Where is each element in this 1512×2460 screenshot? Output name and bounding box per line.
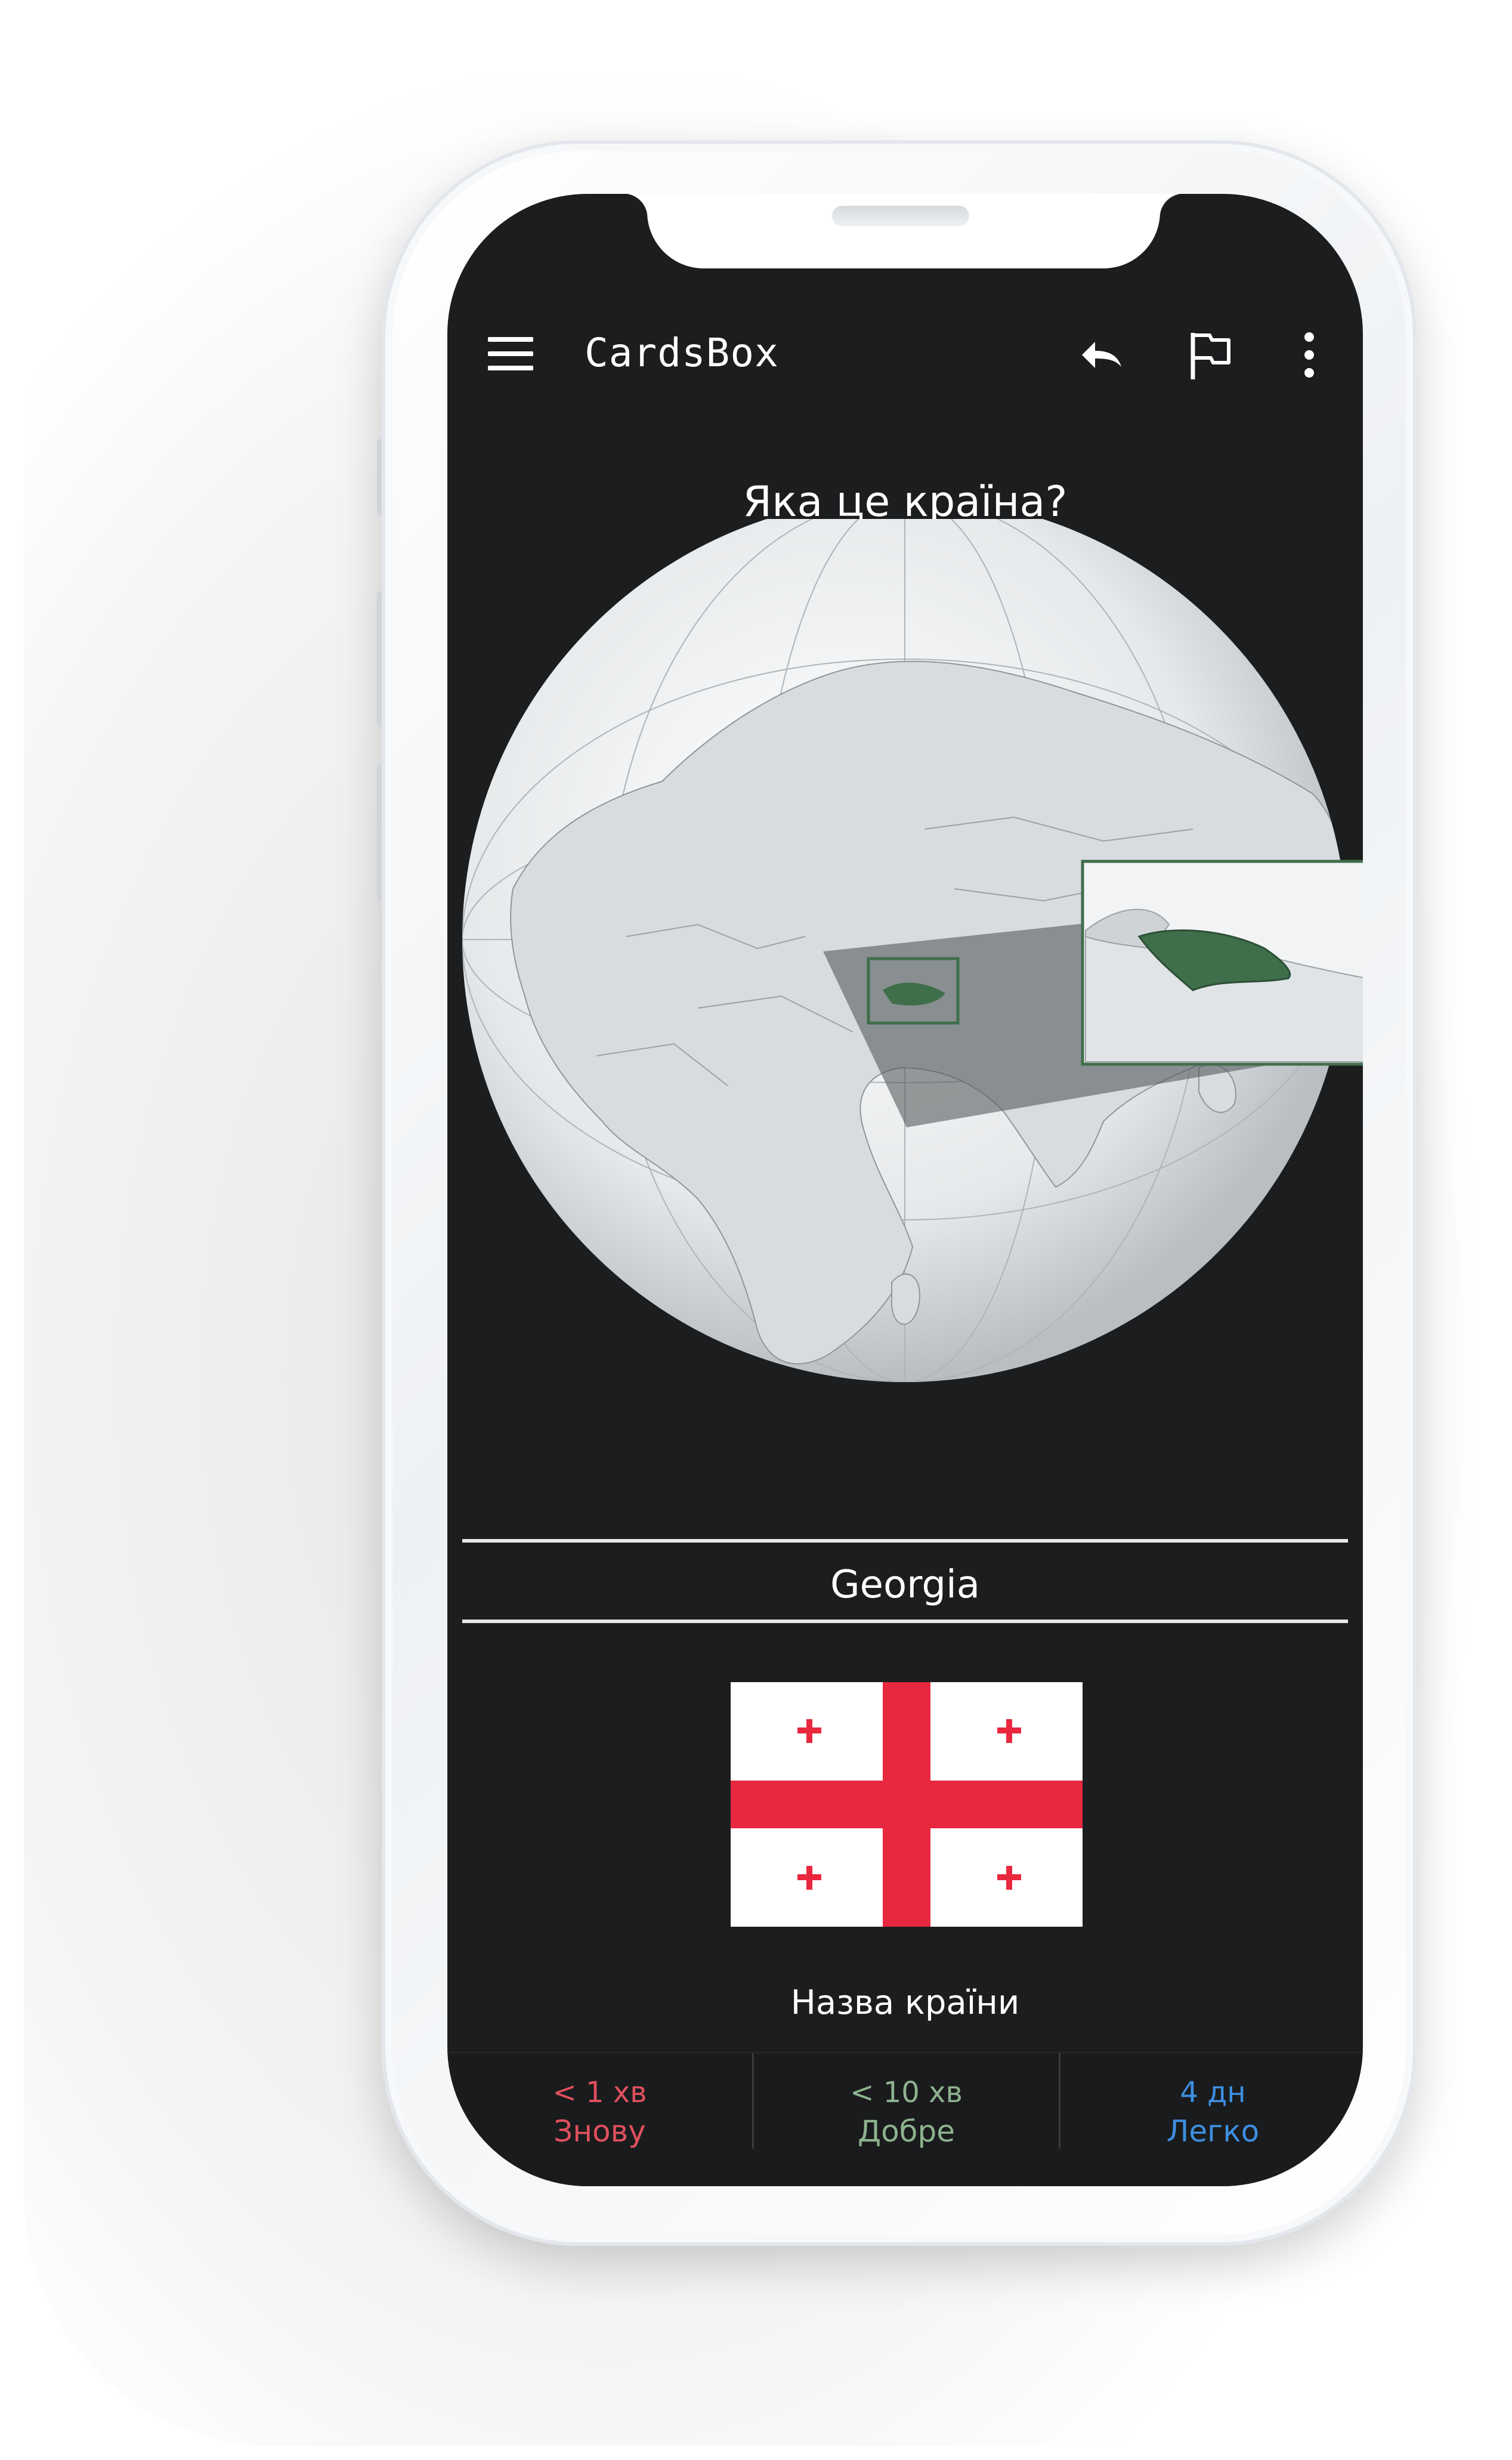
hamburger-menu-icon[interactable] — [488, 337, 533, 370]
app-title: CardsBox — [585, 330, 779, 376]
phone-notch — [623, 194, 1184, 268]
card-answer: Georgia — [830, 1563, 980, 1607]
app-bar: CardsBox — [447, 295, 1363, 415]
georgia-flag-image — [731, 1682, 1083, 1927]
again-label: Знову — [554, 2114, 646, 2149]
orthographic-globe-map — [462, 519, 1363, 1382]
more-vert-icon[interactable] — [1300, 328, 1318, 382]
easy-label: Легко — [1166, 2114, 1260, 2149]
again-button[interactable]: < 1 хв Знову — [447, 2053, 752, 2167]
again-interval: < 1 хв — [552, 2076, 647, 2109]
answer-divider-top — [462, 1539, 1348, 1543]
answer-divider-bottom — [462, 1620, 1348, 1623]
phone-screen: CardsBox Яка це країна? Georgia Назва кр… — [447, 194, 1363, 2186]
flag-outline-icon[interactable] — [1187, 328, 1235, 382]
screenshot-stage: CardsBox Яка це країна? Georgia Назва кр… — [0, 0, 1512, 2460]
earpiece-speaker — [832, 206, 969, 226]
answer-buttons-bar: < 1 хв Знову < 10 хв Добре 4 дн Легко — [447, 2052, 1363, 2186]
undo-icon[interactable] — [1074, 331, 1127, 379]
card-subtitle: Назва країни — [790, 1983, 1020, 2022]
easy-interval: 4 дн — [1180, 2076, 1246, 2109]
good-interval: < 10 хв — [850, 2076, 963, 2109]
good-label: Добре — [858, 2114, 955, 2149]
good-button[interactable]: < 10 хв Добре — [754, 2053, 1059, 2167]
easy-button[interactable]: 4 дн Легко — [1060, 2053, 1363, 2167]
